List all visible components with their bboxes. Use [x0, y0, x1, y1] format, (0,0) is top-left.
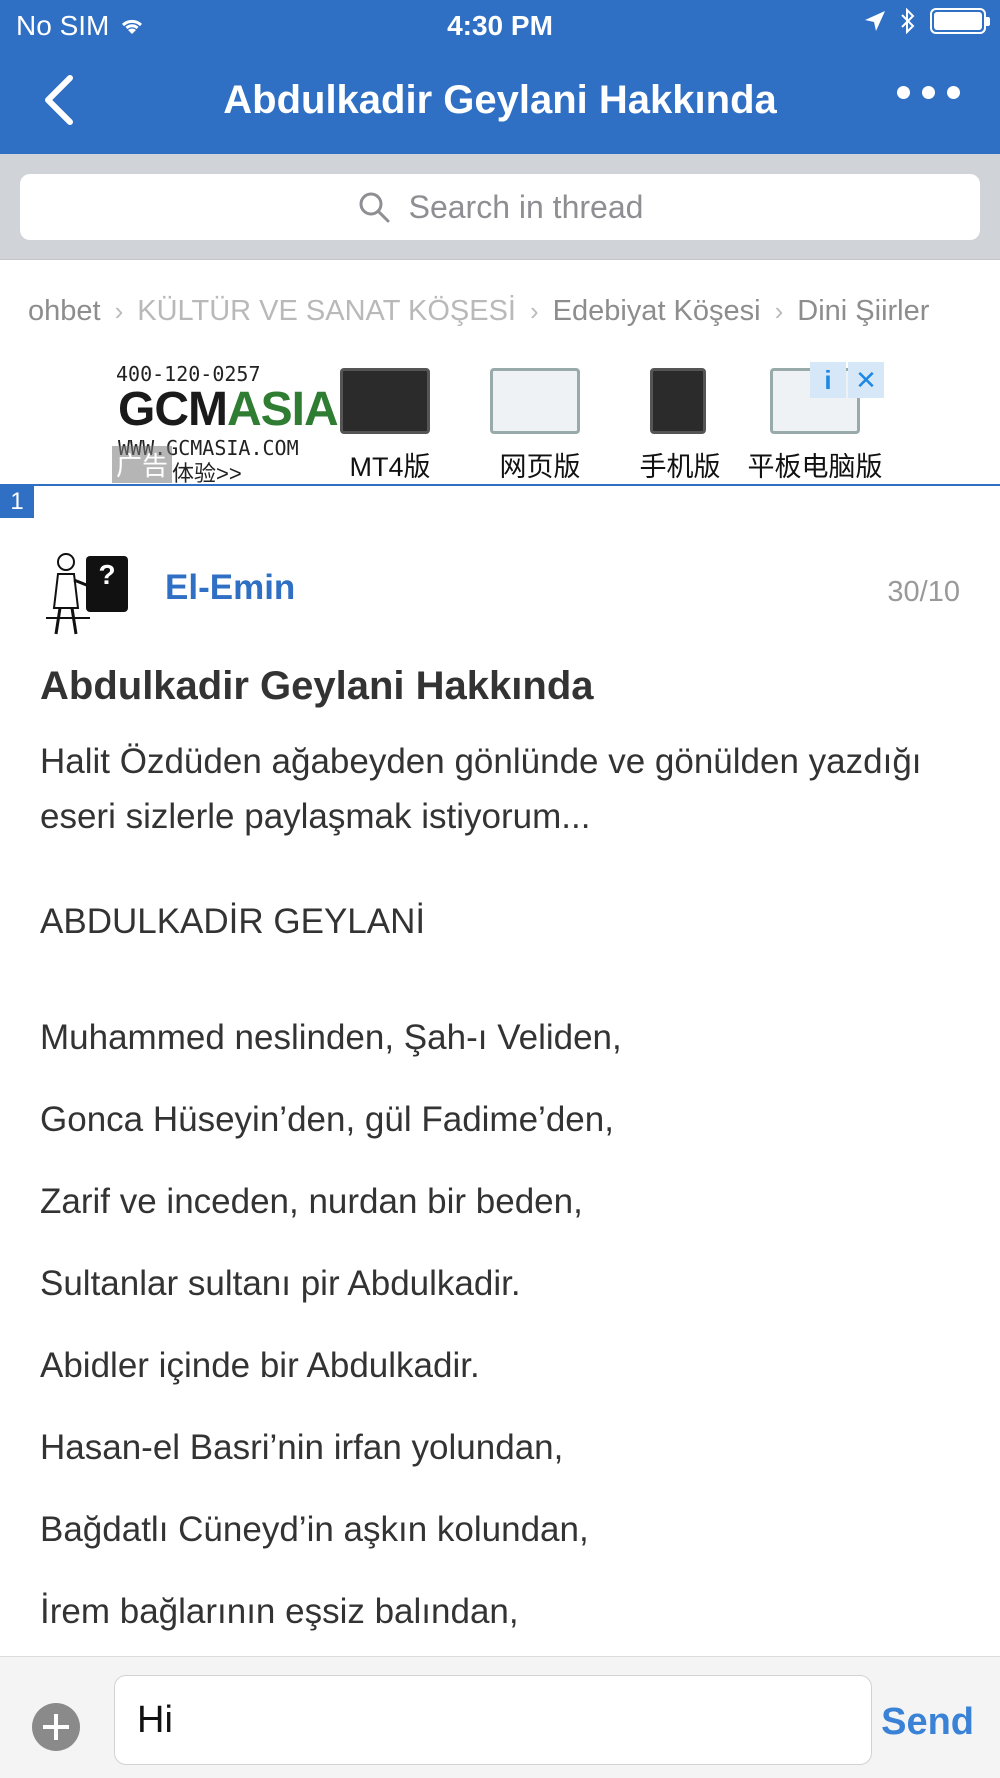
breadcrumb-item[interactable]: Dini Şiirler [797, 295, 929, 328]
top-bar: No SIM 4:30 PM Abdulkadir Geylani Hakkın… [0, 0, 1000, 154]
battery-icon [930, 8, 990, 34]
more-dot [897, 86, 910, 99]
ad-banner[interactable]: 400-120-0257 GCMASIA WWW.GCMASIA.COM 体验>… [112, 360, 888, 486]
svg-text:?: ? [98, 559, 115, 590]
chevron-left-icon [45, 75, 73, 125]
chevron-right-icon: › [529, 296, 539, 326]
divider [0, 484, 1000, 486]
ad-brand-part1: GCM [118, 383, 228, 436]
ad-controls: i ✕ [810, 362, 884, 398]
poem-line: Sultanlar sultanı pir Abdulkadir. [40, 1264, 521, 1303]
poem-line: Bağdatlı Cüneyd’in aşkın kolundan, [40, 1510, 589, 1549]
ad-product: MT4版 [330, 368, 450, 484]
search-bar: Search in thread [0, 154, 1000, 260]
monitor-icon [340, 368, 430, 434]
ad-brand: GCMASIA [118, 382, 339, 437]
ad-product-label: 平板电脑版 [747, 452, 883, 482]
ad-product-label: 网页版 [499, 452, 581, 482]
status-right [864, 8, 990, 34]
ad-product-label: MT4版 [349, 452, 431, 482]
add-attachment-icon[interactable] [32, 1703, 80, 1751]
avatar[interactable]: ? [38, 548, 136, 638]
search-placeholder: Search in thread [408, 188, 644, 225]
poem-line: İrem bağlarının eşsiz balından, [40, 1592, 519, 1631]
more-dot [947, 86, 960, 99]
poem-line: Gonca Hüseyin’den, gül Fadime’den, [40, 1100, 614, 1139]
ad-product-label: 手机版 [639, 452, 721, 482]
poem-heading: ABDULKADİR GEYLANİ [40, 902, 426, 941]
status-bar: No SIM 4:30 PM [0, 0, 1000, 50]
poem-line: Abidler içinde bir Abdulkadir. [40, 1346, 480, 1385]
ad-info-icon[interactable]: i [810, 362, 846, 398]
ad-brand-part2: ASIA [226, 383, 339, 436]
ad-tag: 广告 [112, 446, 173, 483]
poem-line: Hasan-el Basri’nin irfan yolundan, [40, 1428, 564, 1467]
poem-line: Muhammed neslinden, Şah-ı Veliden, [40, 1018, 622, 1057]
page-title: Abdulkadir Geylani Hakkında [223, 78, 777, 122]
chevron-right-icon: › [774, 296, 784, 326]
breadcrumb-item[interactable]: ohbet [28, 295, 101, 328]
send-button[interactable]: Send [881, 1701, 974, 1744]
chevron-right-icon: › [114, 296, 124, 326]
location-arrow-icon [865, 11, 885, 31]
breadcrumb-item[interactable]: Edebiyat Köşesi [553, 295, 761, 328]
more-dot [922, 86, 935, 99]
post-author[interactable]: El-Emin [165, 568, 295, 608]
status-time: 4:30 PM [447, 10, 553, 41]
search-input[interactable]: Search in thread [20, 174, 980, 240]
ad-close-icon[interactable]: ✕ [848, 362, 884, 398]
reply-input[interactable] [114, 1675, 872, 1765]
back-button[interactable] [40, 72, 90, 128]
post-date: 30/10 [887, 576, 960, 608]
search-icon [359, 192, 390, 223]
post-body: Halit Özdüden ağabeyden gönlünde ve gönü… [40, 734, 960, 1653]
laptop-icon [490, 368, 580, 434]
more-button[interactable] [897, 86, 960, 99]
poem-line: Zarif ve inceden, nurdan bir beden, [40, 1182, 583, 1221]
post-title: Abdulkadir Geylani Hakkında [40, 664, 594, 708]
phone-icon [650, 368, 706, 434]
breadcrumb: ohbet › KÜLTÜR VE SANAT KÖŞESİ › Edebiya… [0, 285, 1000, 341]
bluetooth-icon [901, 8, 915, 34]
breadcrumb-item[interactable]: KÜLTÜR VE SANAT KÖŞESİ [137, 295, 516, 328]
reply-composer: Send [0, 1656, 1000, 1778]
post-number-badge: 1 [0, 486, 34, 518]
ad-product: 网页版 [480, 368, 600, 484]
nav-bar: Abdulkadir Geylani Hakkında [0, 50, 1000, 154]
post-intro: Halit Özdüden ağabeyden gönlünde ve gönü… [40, 742, 922, 836]
ad-product: 手机版 [620, 368, 740, 484]
